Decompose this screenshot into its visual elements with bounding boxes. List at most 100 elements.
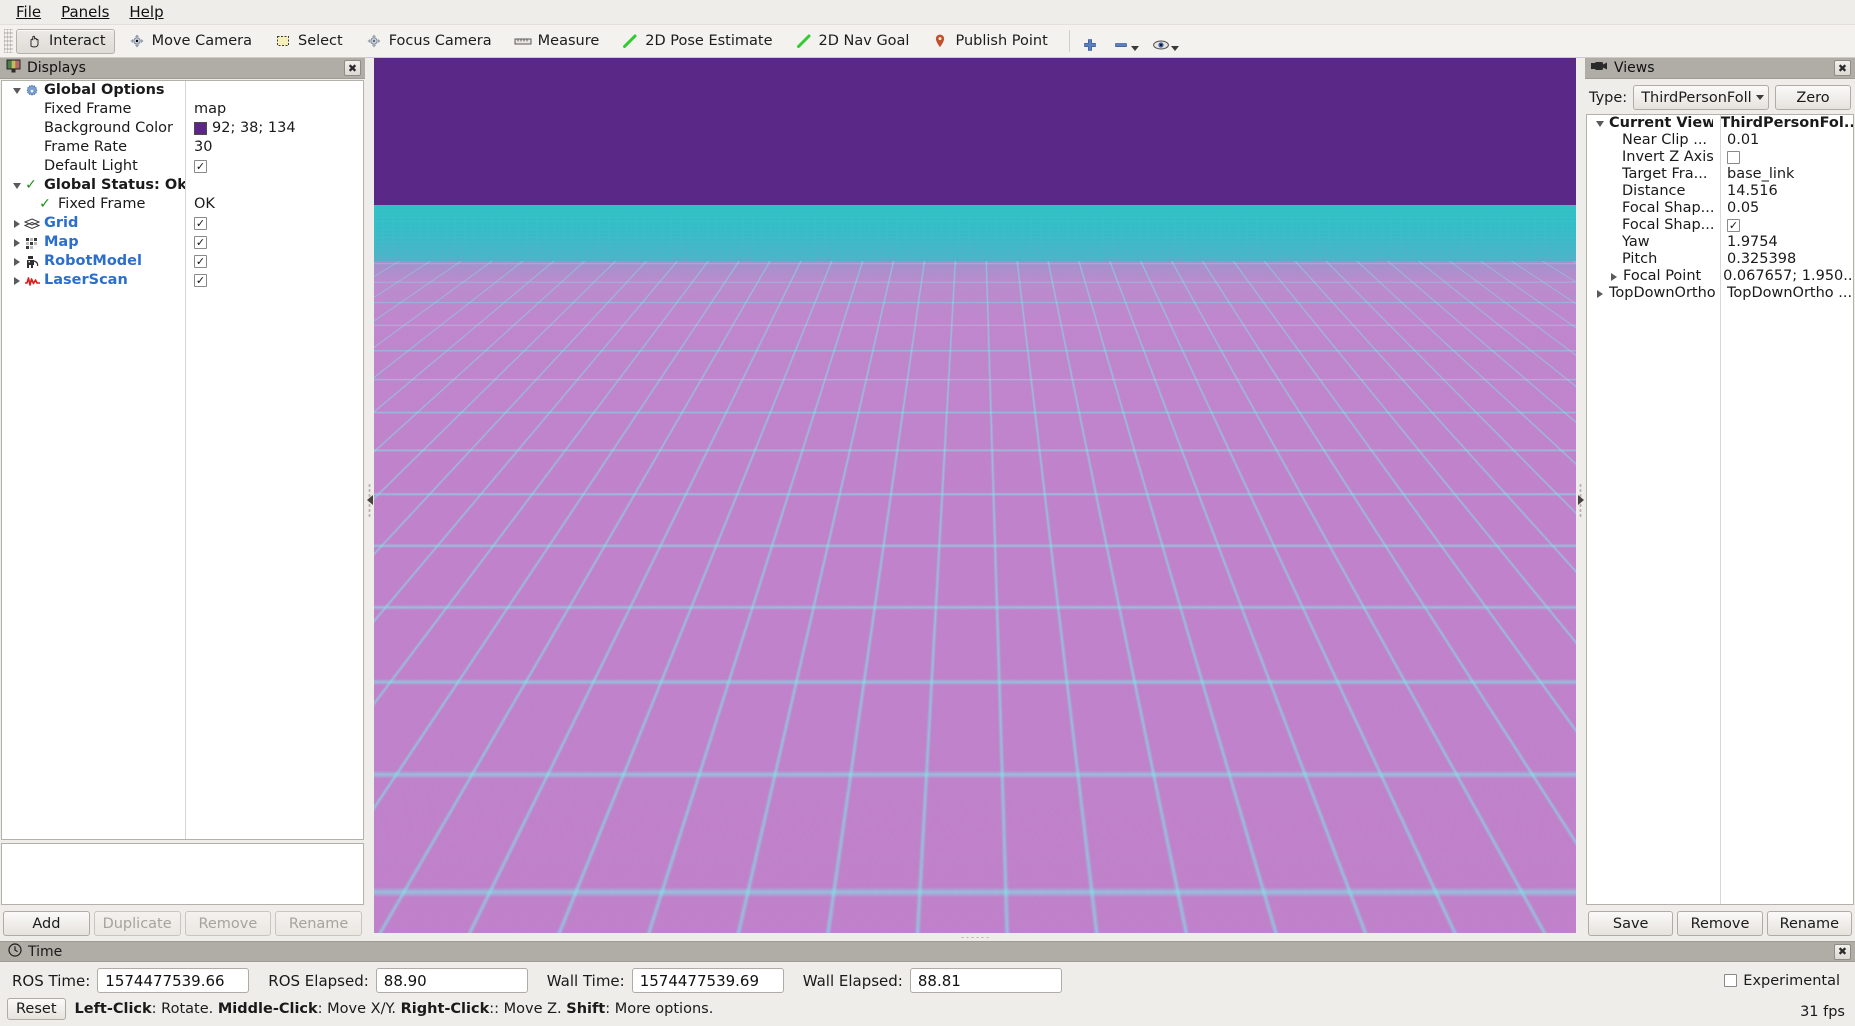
view-type-combobox[interactable]: ThirdPersonFoll‹: [1633, 85, 1769, 110]
displays-column-divider[interactable]: [185, 81, 186, 839]
grid-enabled-checkbox[interactable]: ✓: [194, 217, 207, 230]
time-close-button[interactable]: ✖: [1834, 944, 1851, 960]
ros-elapsed-input[interactable]: 88.90: [376, 968, 528, 993]
display-label: Fixed Frame: [41, 100, 131, 119]
twisty-down-icon[interactable]: [1593, 121, 1606, 127]
tool-focus-camera-button[interactable]: Focus Camera: [356, 29, 501, 54]
display-row-map[interactable]: Map ✓: [2, 233, 363, 252]
display-row-grid[interactable]: Grid ✓: [2, 214, 363, 233]
menu-panels[interactable]: Panels: [51, 0, 119, 24]
display-row-background-color[interactable]: Background Color 92; 38; 134: [2, 119, 363, 138]
tool-measure-button[interactable]: Measure: [505, 29, 609, 54]
menu-file[interactable]: File: [6, 0, 51, 24]
display-row-status-fixed-frame[interactable]: ✓ Fixed Frame OK: [2, 195, 363, 214]
display-row-robotmodel[interactable]: RobotModel ✓: [2, 252, 363, 271]
duplicate-display-button[interactable]: Duplicate: [94, 911, 181, 936]
3d-render-view[interactable]: [374, 58, 1576, 933]
views-column-divider[interactable]: [1720, 115, 1721, 904]
experimental-checkbox[interactable]: [1724, 974, 1737, 987]
view-label: Current View: [1606, 115, 1713, 132]
laserscan-enabled-checkbox[interactable]: ✓: [194, 274, 207, 287]
rename-view-button[interactable]: Rename: [1767, 911, 1852, 936]
twisty-right-icon[interactable]: [10, 220, 23, 228]
twisty-right-icon[interactable]: [10, 258, 23, 266]
view-value-near-clip[interactable]: 0.01: [1720, 132, 1853, 149]
right-splitter[interactable]: [1576, 58, 1585, 941]
invert-z-axis-checkbox[interactable]: [1727, 151, 1740, 164]
rename-display-button[interactable]: Rename: [275, 911, 362, 936]
add-tool-button[interactable]: [1078, 29, 1102, 54]
hint-right-click-desc: :: Move Z.: [489, 1001, 566, 1017]
tool-move-camera-button[interactable]: Move Camera: [119, 29, 261, 54]
collapse-right-icon[interactable]: [1578, 495, 1584, 505]
ros-time-input[interactable]: 1574477539.66: [97, 968, 249, 993]
toolbar-drag-handle[interactable]: [4, 29, 13, 53]
wall-elapsed-input[interactable]: 88.81: [910, 968, 1062, 993]
robotmodel-enabled-checkbox[interactable]: ✓: [194, 255, 207, 268]
tool-publish-point-button[interactable]: Publish Point: [922, 29, 1056, 54]
zero-view-button[interactable]: Zero: [1775, 85, 1851, 110]
view-value-pitch[interactable]: 0.325398: [1720, 251, 1853, 268]
display-row-default-light[interactable]: Default Light ✓: [2, 157, 363, 176]
map-enabled-checkbox[interactable]: ✓: [194, 236, 207, 249]
main-area: Displays ✖ Global Options: [0, 58, 1855, 941]
render-bottom-splitter[interactable]: [374, 933, 1576, 941]
display-row-fixed-frame[interactable]: Fixed Frame map: [2, 100, 363, 119]
twisty-down-icon[interactable]: [10, 183, 23, 189]
display-value-default-light[interactable]: ✓: [185, 160, 363, 173]
view-value-focal-point[interactable]: 0.067657; 1.950...: [1716, 268, 1853, 285]
display-value-background-color[interactable]: 92; 38; 134: [185, 119, 363, 138]
left-splitter[interactable]: [365, 58, 374, 941]
remove-tool-button[interactable]: [1109, 29, 1142, 54]
reset-button[interactable]: Reset: [7, 998, 66, 1020]
twisty-right-icon[interactable]: [1607, 273, 1620, 281]
tool-interact-button[interactable]: Interact: [16, 29, 115, 54]
menu-help[interactable]: Help: [119, 0, 173, 24]
display-value-grid[interactable]: ✓: [185, 217, 363, 230]
display-value-robotmodel[interactable]: ✓: [185, 255, 363, 268]
hint-shift: Shift: [566, 1001, 605, 1017]
display-row-global-status[interactable]: ✓ Global Status: Ok: [2, 176, 363, 195]
remove-tool-caret-icon[interactable]: [1131, 46, 1139, 51]
tool-2d-nav-goal-button[interactable]: 2D Nav Goal: [786, 29, 919, 54]
remove-view-button[interactable]: Remove: [1677, 911, 1762, 936]
tool-select-button[interactable]: Select: [265, 29, 352, 54]
display-value-laserscan[interactable]: ✓: [185, 274, 363, 287]
displays-title-label: Displays: [27, 60, 338, 76]
tool-2d-pose-estimate-button[interactable]: 2D Pose Estimate: [612, 29, 781, 54]
display-value-status-fixed-frame: OK: [185, 195, 363, 214]
twisty-right-icon[interactable]: [10, 239, 23, 247]
focal-shape-fixed-checkbox[interactable]: ✓: [1727, 219, 1740, 232]
tool-visibility-button[interactable]: [1149, 29, 1182, 54]
view-value-yaw[interactable]: 1.9754: [1720, 234, 1853, 251]
views-button-row: Save Remove Rename: [1586, 905, 1854, 941]
wall-time-input[interactable]: 1574477539.69: [632, 968, 784, 993]
display-row-frame-rate[interactable]: Frame Rate 30: [2, 138, 363, 157]
robot-model[interactable]: [1011, 634, 1037, 651]
displays-tree[interactable]: Global Options Fixed Frame map: [1, 80, 364, 840]
twisty-right-icon[interactable]: [10, 277, 23, 285]
wall-elapsed-label: Wall Elapsed:: [803, 972, 903, 990]
view-value-target-frame[interactable]: base_link: [1720, 166, 1853, 183]
views-tree[interactable]: Current View ThirdPersonFol... Near Clip…: [1586, 114, 1854, 905]
add-display-button[interactable]: Add: [3, 911, 90, 936]
view-value-distance[interactable]: 14.516: [1720, 183, 1853, 200]
toolbar-separator: [1069, 30, 1070, 52]
display-row-global-options[interactable]: Global Options: [2, 81, 363, 100]
displays-close-button[interactable]: ✖: [344, 60, 361, 76]
default-light-checkbox[interactable]: ✓: [194, 160, 207, 173]
display-value-frame-rate[interactable]: 30: [185, 138, 363, 157]
view-label: Near Clip ...: [1606, 132, 1707, 149]
views-close-button[interactable]: ✖: [1834, 60, 1851, 76]
collapse-left-icon[interactable]: [367, 495, 373, 505]
twisty-down-icon[interactable]: [10, 88, 23, 94]
tool-visibility-caret-icon[interactable]: [1171, 46, 1179, 51]
twisty-right-icon[interactable]: [1593, 290, 1606, 298]
remove-display-button[interactable]: Remove: [185, 911, 272, 936]
view-value-focal-shape-size[interactable]: 0.05: [1720, 200, 1853, 217]
display-value-fixed-frame[interactable]: map: [185, 100, 363, 119]
display-row-laserscan[interactable]: LaserScan ✓: [2, 271, 363, 290]
tool-move-camera-label: Move Camera: [152, 33, 252, 49]
display-value-map[interactable]: ✓: [185, 236, 363, 249]
save-view-button[interactable]: Save: [1588, 911, 1673, 936]
